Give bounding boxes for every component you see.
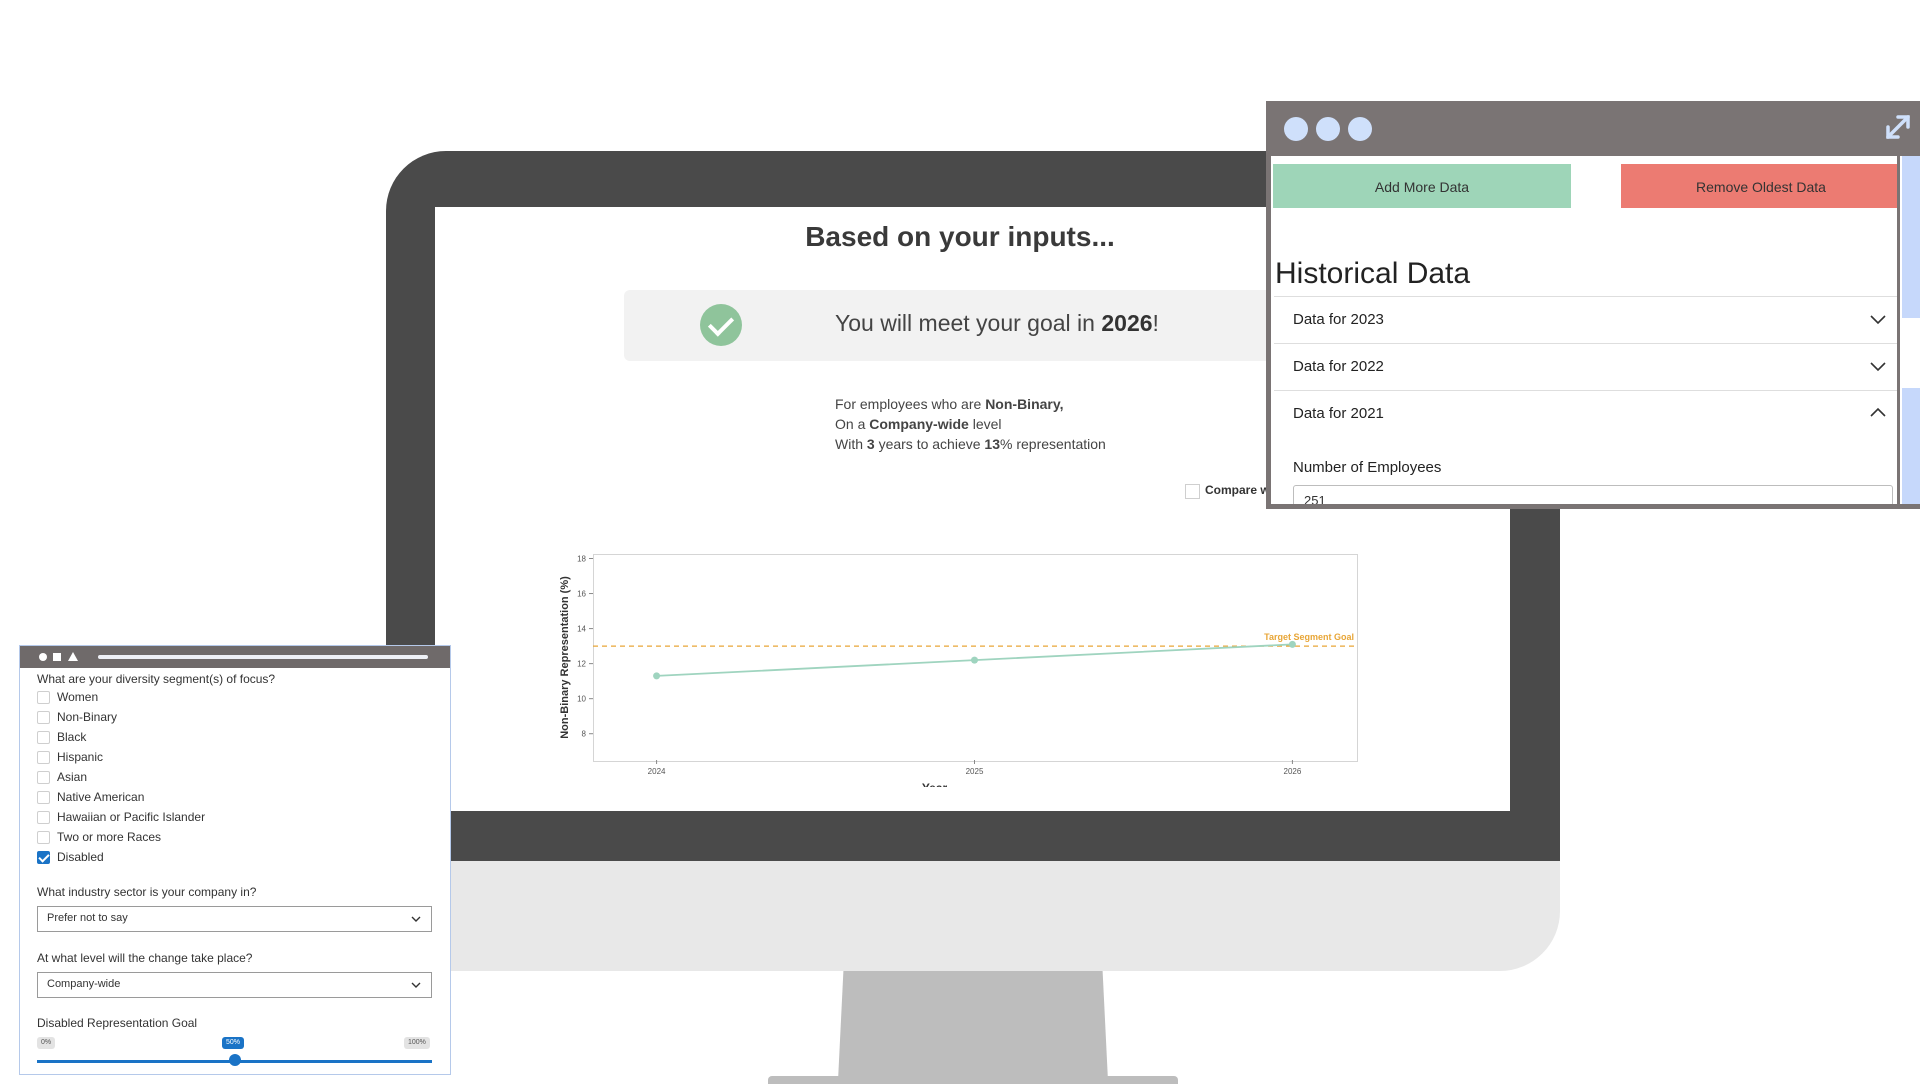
checkbox[interactable] — [37, 791, 50, 804]
historical-data-panel: Add More Data Remove Oldest Data Histori… — [1271, 156, 1897, 504]
goal-summary: For employees who are Non-Binary, On a C… — [835, 396, 1106, 452]
scrollbar-thumb[interactable] — [1902, 156, 1920, 318]
square-icon — [53, 653, 61, 661]
questionnaire-window: What are your diversity segment(s) of fo… — [19, 645, 451, 1075]
checkbox[interactable] — [37, 811, 50, 824]
window-header — [20, 646, 450, 668]
x-tick-label: 2024 — [648, 767, 666, 776]
chevron-up-icon — [1870, 407, 1886, 417]
window-dot-icon — [1284, 117, 1308, 141]
goal-slider-handle[interactable] — [228, 1054, 241, 1066]
add-more-data-button[interactable]: Add More Data — [1273, 164, 1571, 208]
accordion-item-2022[interactable]: Data for 2022 — [1274, 343, 1897, 391]
expand-icon[interactable] — [1880, 109, 1916, 145]
chevron-down-icon — [411, 916, 421, 922]
x-tick-label: 2025 — [966, 767, 984, 776]
checkbox[interactable] — [37, 731, 50, 744]
number-of-employees-label: Number of Employees — [1293, 459, 1442, 476]
data-point — [971, 656, 978, 664]
x-tick-label: 2026 — [1284, 767, 1302, 776]
x-axis-label: Year — [922, 781, 948, 787]
goal-banner: You will meet your goal in 2026! — [624, 290, 1274, 361]
window-dot-icon — [1348, 117, 1372, 141]
remove-oldest-data-button[interactable]: Remove Oldest Data — [1621, 164, 1897, 208]
y-tick-label: 14 — [577, 625, 586, 634]
slider-max-label: 100% — [404, 1037, 430, 1049]
representation-chart: 8 10 12 14 16 18 2024 2025 2026 Year Non-Binary Re… — [559, 555, 1356, 787]
window-dot-icon — [1316, 117, 1340, 141]
checkbox[interactable] — [37, 831, 50, 844]
slider-min-label: 0% — [37, 1037, 56, 1049]
goal-text: You will meet your goal in 2026! — [835, 310, 1159, 336]
monitor-base — [768, 1076, 1178, 1084]
industry-select[interactable]: Prefer not to say — [37, 906, 432, 932]
triangle-icon — [68, 652, 78, 661]
accordion-item-2023[interactable]: Data for 2023 — [1274, 296, 1897, 344]
y-tick-label: 12 — [577, 660, 586, 669]
y-tick-label: 8 — [582, 730, 587, 739]
y-tick-label: 10 — [577, 695, 586, 704]
checkbox[interactable] — [37, 711, 50, 724]
y-tick-label: 16 — [577, 590, 586, 599]
chevron-down-icon — [1870, 362, 1886, 372]
slider-value-label: 50% — [222, 1037, 245, 1049]
number-of-employees-input[interactable] — [1293, 485, 1893, 504]
target-goal-label: Target Segment Goal — [1264, 632, 1354, 642]
scrollbar-thumb[interactable] — [1902, 388, 1920, 504]
compare-label: Compare w — [1205, 483, 1270, 497]
monitor-stand — [838, 971, 1108, 1081]
segment-question: What are your diversity segment(s) of fo… — [37, 672, 276, 686]
data-point — [1288, 640, 1296, 648]
historical-data-window: Add More Data Remove Oldest Data Histori… — [1266, 101, 1920, 509]
monitor-chin — [386, 861, 1560, 971]
checkbox[interactable] — [37, 751, 50, 764]
data-point — [653, 672, 661, 680]
accordion-item-2021[interactable]: Data for 2021 — [1274, 390, 1897, 438]
y-tick-label: 18 — [577, 555, 586, 564]
goal-slider-label: Disabled Representation Goal — [37, 1016, 198, 1030]
checkbox[interactable] — [37, 691, 50, 704]
compare-checkbox[interactable] — [1185, 484, 1200, 499]
checkbox[interactable] — [37, 771, 50, 784]
chevron-down-icon — [1870, 315, 1886, 325]
circle-icon — [39, 653, 47, 661]
check-icon — [700, 304, 742, 346]
historical-data-title: Historical Data — [1275, 257, 1471, 290]
level-select[interactable]: Company-wide — [37, 972, 432, 998]
level-question: At what level will the change take place… — [37, 951, 253, 965]
goal-year: 2026 — [1101, 310, 1153, 336]
checkbox-checked[interactable] — [37, 851, 50, 864]
industry-question: What industry sector is your company in? — [37, 885, 257, 899]
progress-bar — [98, 655, 428, 659]
chevron-down-icon — [411, 982, 421, 988]
y-axis-label: Non-Binary Representation (%) — [559, 576, 571, 739]
